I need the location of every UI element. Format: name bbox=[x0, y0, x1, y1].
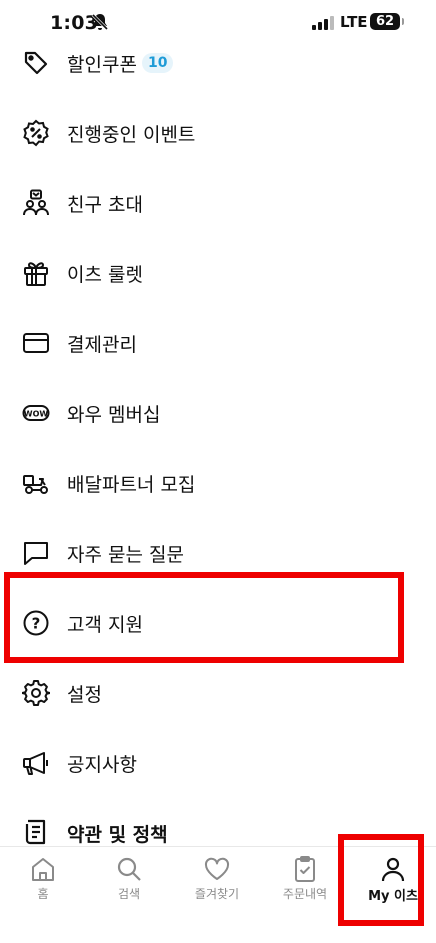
svg-text:WOW: WOW bbox=[24, 410, 49, 419]
menu-item-label: 배달파트너 모집 bbox=[67, 473, 196, 496]
customer-support-highlight bbox=[4, 572, 404, 663]
gear-icon bbox=[22, 679, 50, 707]
menu-item-wow-membership[interactable]: WOW 와우 멤버십 bbox=[0, 378, 436, 448]
menu-item-label: 결제관리 bbox=[67, 333, 137, 356]
heart-icon bbox=[203, 855, 231, 883]
megaphone-icon bbox=[22, 749, 50, 777]
tab-label: 주문내역 bbox=[282, 887, 328, 901]
wow-membership-icon: WOW bbox=[22, 399, 50, 427]
menu-item-label: 할인쿠폰 bbox=[67, 53, 137, 76]
coupon-tag-icon bbox=[22, 49, 50, 77]
menu-item-label: 와우 멤버십 bbox=[67, 403, 161, 426]
menu-item-delivery-partner[interactable]: 배달파트너 모집 bbox=[0, 448, 436, 518]
menu-item-notices[interactable]: 공지사항 bbox=[0, 728, 436, 798]
menu-item-label: 공지사항 bbox=[67, 753, 137, 776]
invite-friends-icon bbox=[22, 189, 50, 217]
menu-item-coupons[interactable]: 할인쿠폰 10 bbox=[0, 28, 436, 98]
chat-bubble-icon bbox=[22, 539, 50, 567]
clipboard-check-icon bbox=[291, 855, 319, 883]
coupon-count-badge: 10 bbox=[142, 53, 174, 73]
menu-item-label: 진행중인 이벤트 bbox=[67, 123, 196, 146]
tab-label: 홈 bbox=[37, 887, 49, 901]
menu-item-payment[interactable]: 결제관리 bbox=[0, 308, 436, 378]
percent-badge-icon bbox=[22, 119, 50, 147]
tab-label: 즐겨찾기 bbox=[194, 887, 240, 901]
menu-item-label: 이츠 룰렛 bbox=[67, 263, 143, 286]
home-icon bbox=[29, 855, 57, 883]
delivery-scooter-icon bbox=[22, 469, 50, 497]
menu-item-eats-roulette[interactable]: 이츠 룰렛 bbox=[0, 238, 436, 308]
credit-card-icon bbox=[22, 329, 50, 357]
my-eats-menu: 할인쿠폰 10 진행중인 이벤트 친구 초대 이츠 룰렛 결제관리 WOW 와우… bbox=[0, 28, 436, 868]
tab-search[interactable]: 검색 bbox=[86, 847, 172, 927]
menu-item-label: 친구 초대 bbox=[67, 193, 143, 216]
my-eats-tab-highlight bbox=[338, 834, 424, 926]
search-icon bbox=[115, 855, 143, 883]
menu-item-invite-friends[interactable]: 친구 초대 bbox=[0, 168, 436, 238]
menu-item-settings[interactable]: 설정 bbox=[0, 658, 436, 728]
menu-item-label: 약관 및 정책 bbox=[67, 823, 168, 846]
tab-favorites[interactable]: 즐겨찾기 bbox=[174, 847, 260, 927]
gift-box-icon bbox=[22, 259, 50, 287]
tab-orders[interactable]: 주문내역 bbox=[262, 847, 348, 927]
menu-item-label: 설정 bbox=[67, 683, 102, 706]
tab-home[interactable]: 홈 bbox=[0, 847, 86, 927]
menu-item-events[interactable]: 진행중인 이벤트 bbox=[0, 98, 436, 168]
menu-item-label: 자주 묻는 질문 bbox=[67, 543, 184, 566]
tab-label: 검색 bbox=[117, 887, 141, 901]
document-icon bbox=[22, 819, 50, 847]
